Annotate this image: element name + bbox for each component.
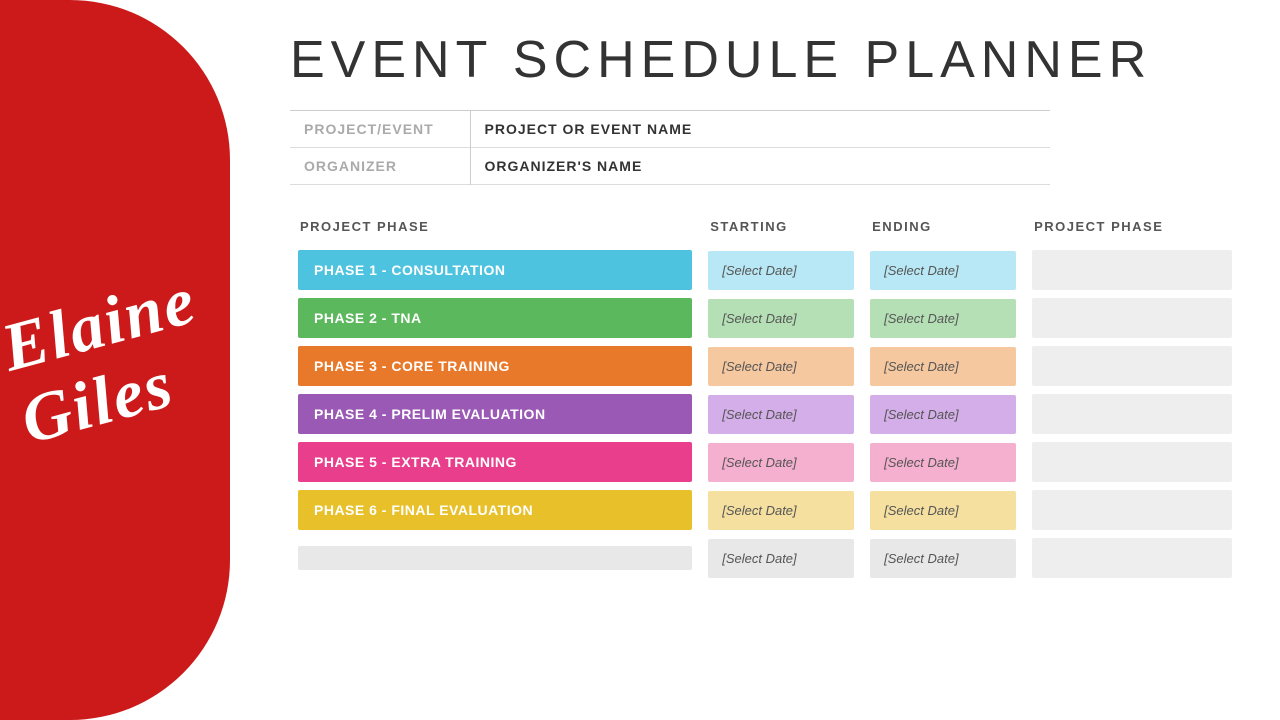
schedule-table: PROJECT PHASESTARTINGENDINGPROJECT PHASE… <box>290 213 1240 582</box>
column-header: STARTING <box>700 213 862 246</box>
schedule-row: [Select Date][Select Date] <box>290 534 1240 582</box>
extra-cell-7 <box>1024 534 1240 582</box>
schedule-row: PHASE 1 - CONSULTATION[Select Date][Sele… <box>290 246 1240 294</box>
phase-cell-5: PHASE 5 - EXTRA TRAINING <box>290 438 700 486</box>
end-date-1[interactable]: [Select Date] <box>862 246 1024 294</box>
schedule-row: PHASE 2 - TNA[Select Date][Select Date] <box>290 294 1240 342</box>
info-label: ORGANIZER <box>290 148 470 185</box>
schedule-row: PHASE 3 - CORE TRAINING[Select Date][Sel… <box>290 342 1240 390</box>
end-date-7[interactable]: [Select Date] <box>862 534 1024 582</box>
info-value[interactable]: PROJECT OR EVENT NAME <box>470 111 1050 148</box>
info-label: PROJECT/EVENT <box>290 111 470 148</box>
column-header: ENDING <box>862 213 1024 246</box>
start-date-3[interactable]: [Select Date] <box>700 342 862 390</box>
main-content: EVENT SCHEDULE PLANNER PROJECT/EVENT PRO… <box>260 0 1280 720</box>
phase-cell-7 <box>290 534 700 582</box>
info-row: ORGANIZER ORGANIZER'S NAME <box>290 148 1050 185</box>
info-table: PROJECT/EVENT PROJECT OR EVENT NAME ORGA… <box>290 110 1050 185</box>
column-header: PROJECT PHASE <box>1024 213 1240 246</box>
phase-cell-4: PHASE 4 - PRELIM EVALUATION <box>290 390 700 438</box>
start-date-6[interactable]: [Select Date] <box>700 486 862 534</box>
column-header: PROJECT PHASE <box>290 213 700 246</box>
start-date-4[interactable]: [Select Date] <box>700 390 862 438</box>
phase-label-5: PHASE 5 - EXTRA TRAINING <box>298 442 692 482</box>
extra-cell-6 <box>1024 486 1240 534</box>
phase-label-7 <box>298 546 692 570</box>
info-row: PROJECT/EVENT PROJECT OR EVENT NAME <box>290 111 1050 148</box>
extra-cell-5 <box>1024 438 1240 486</box>
end-date-5[interactable]: [Select Date] <box>862 438 1024 486</box>
phase-cell-6: PHASE 6 - FINAL EVALUATION <box>290 486 700 534</box>
end-date-2[interactable]: [Select Date] <box>862 294 1024 342</box>
end-date-3[interactable]: [Select Date] <box>862 342 1024 390</box>
phase-label-6: PHASE 6 - FINAL EVALUATION <box>298 490 692 530</box>
sidebar: ElaineGiles <box>0 0 260 720</box>
phase-label-3: PHASE 3 - CORE TRAINING <box>298 346 692 386</box>
phase-label-4: PHASE 4 - PRELIM EVALUATION <box>298 394 692 434</box>
schedule-row: PHASE 4 - PRELIM EVALUATION[Select Date]… <box>290 390 1240 438</box>
phase-cell-1: PHASE 1 - CONSULTATION <box>290 246 700 294</box>
start-date-5[interactable]: [Select Date] <box>700 438 862 486</box>
phase-label-1: PHASE 1 - CONSULTATION <box>298 250 692 290</box>
start-date-1[interactable]: [Select Date] <box>700 246 862 294</box>
page-title: EVENT SCHEDULE PLANNER <box>290 30 1240 90</box>
phase-cell-2: PHASE 2 - TNA <box>290 294 700 342</box>
info-value[interactable]: ORGANIZER'S NAME <box>470 148 1050 185</box>
extra-cell-3 <box>1024 342 1240 390</box>
phase-cell-3: PHASE 3 - CORE TRAINING <box>290 342 700 390</box>
start-date-2[interactable]: [Select Date] <box>700 294 862 342</box>
extra-cell-1 <box>1024 246 1240 294</box>
start-date-7[interactable]: [Select Date] <box>700 534 862 582</box>
phase-label-2: PHASE 2 - TNA <box>298 298 692 338</box>
end-date-6[interactable]: [Select Date] <box>862 486 1024 534</box>
extra-cell-2 <box>1024 294 1240 342</box>
end-date-4[interactable]: [Select Date] <box>862 390 1024 438</box>
extra-cell-4 <box>1024 390 1240 438</box>
schedule-row: PHASE 5 - EXTRA TRAINING[Select Date][Se… <box>290 438 1240 486</box>
schedule-row: PHASE 6 - FINAL EVALUATION[Select Date][… <box>290 486 1240 534</box>
